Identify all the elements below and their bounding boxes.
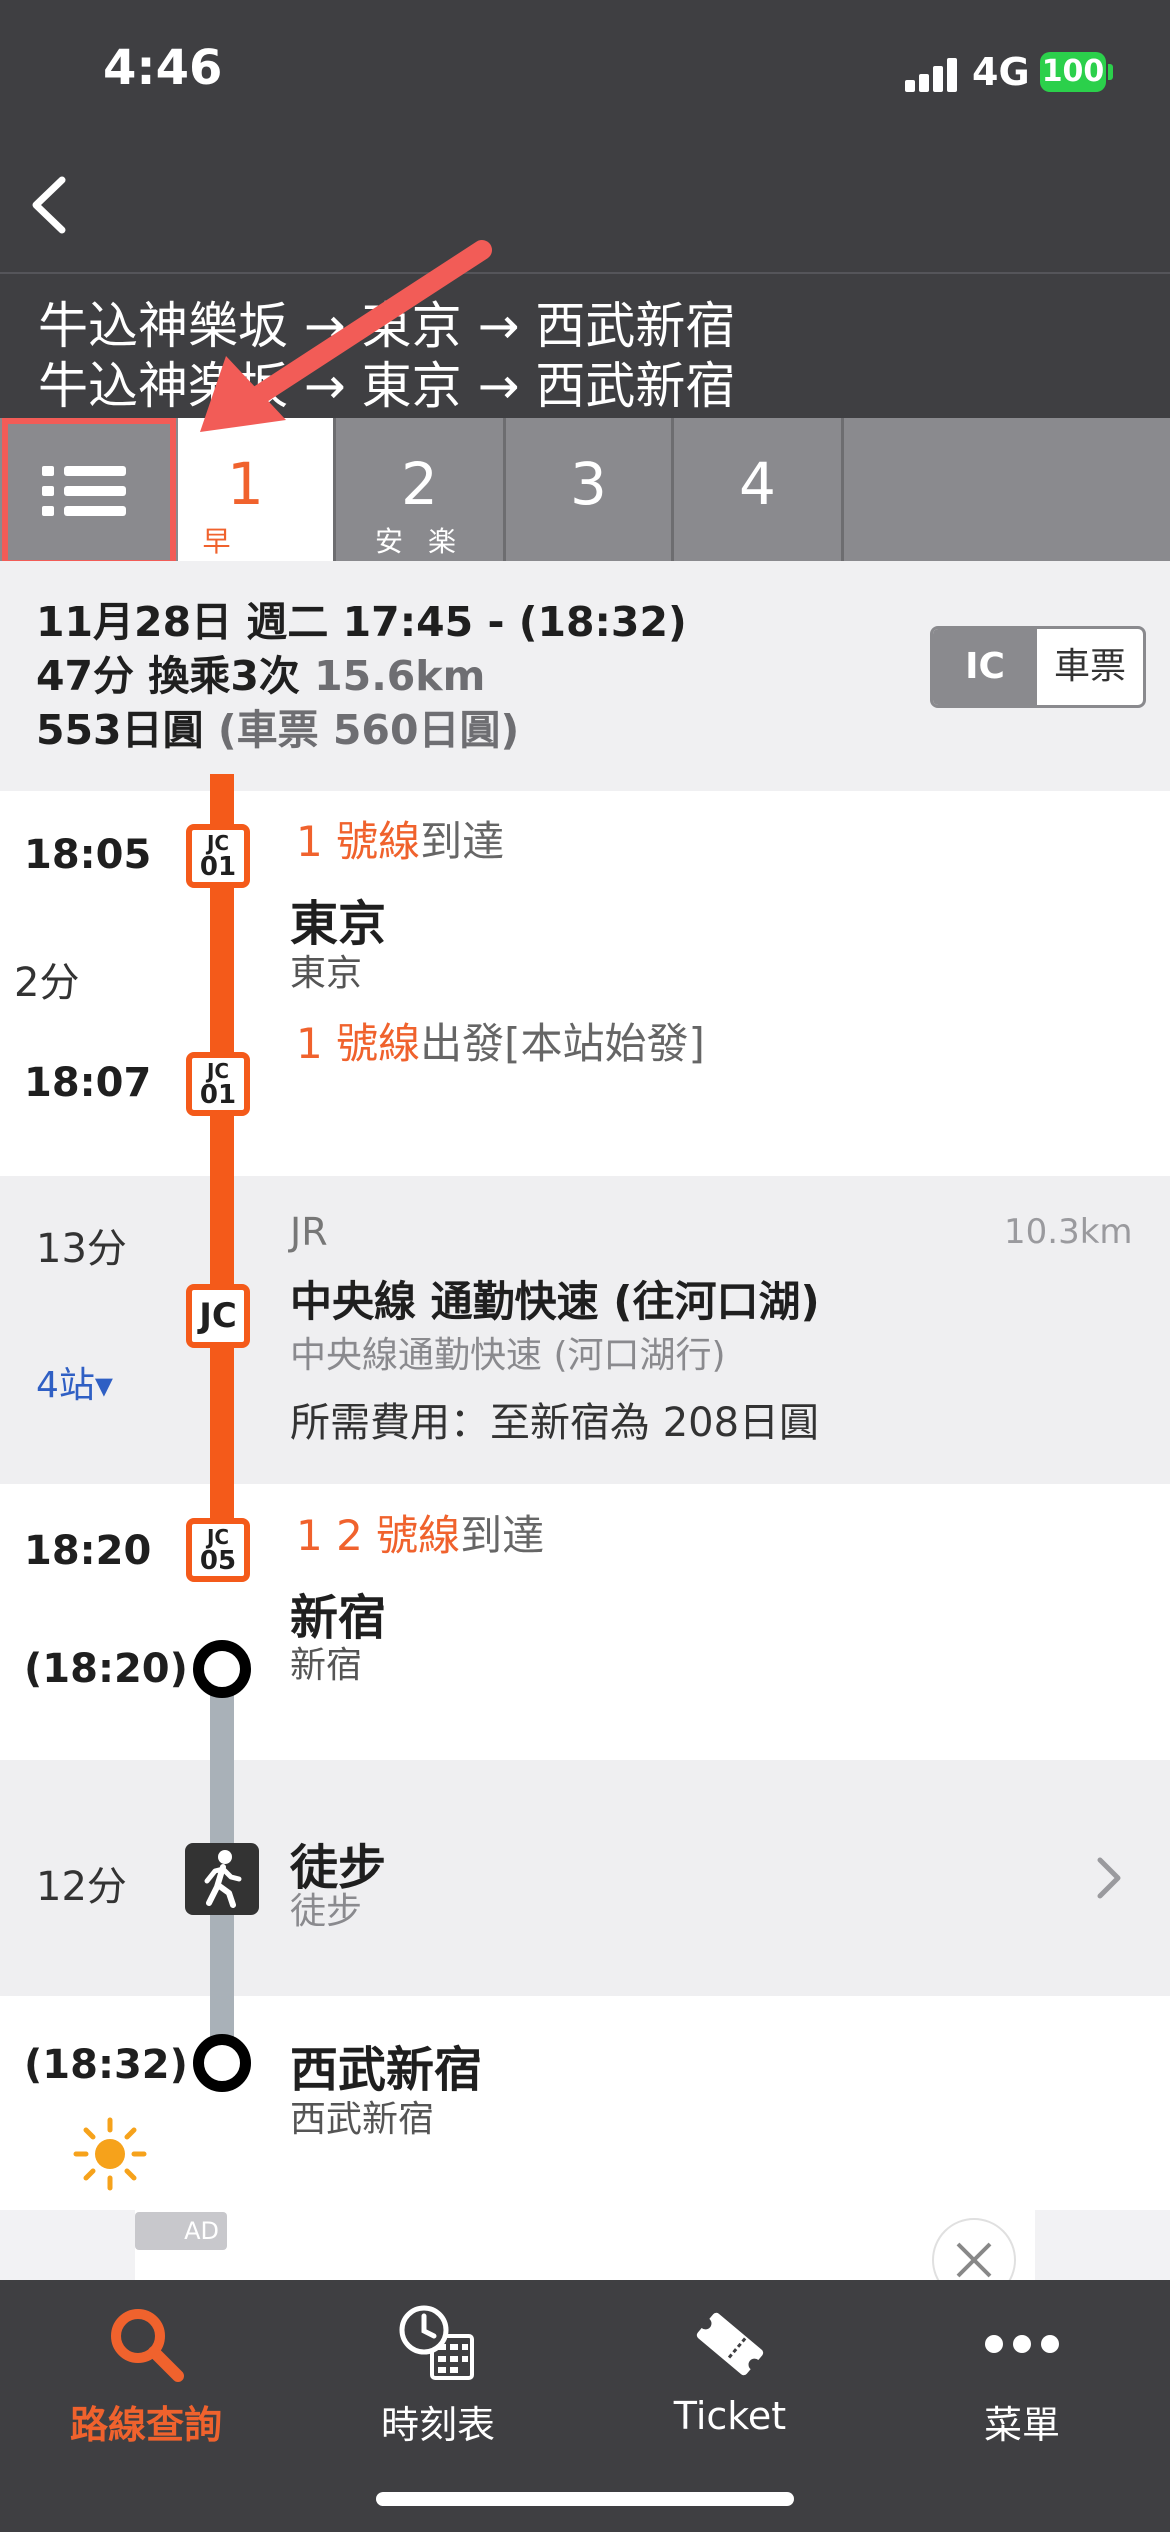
station-circle-icon [193, 1640, 251, 1698]
walk-sublabel: 徒步 [290, 1891, 363, 1932]
station-code-number: 05 [199, 1546, 237, 1576]
tab-number: 2 [401, 450, 438, 518]
ride-duration: 13分 [36, 1226, 127, 1272]
ride-company: JR [290, 1210, 328, 1254]
nav-ticket[interactable]: Ticket [584, 2296, 876, 2466]
nav-label: Ticket [673, 2394, 787, 2438]
line-code-badge: JC [186, 1284, 250, 1348]
annotation-highlight-box [2, 418, 176, 566]
station-code-badge: JC 01 [186, 824, 250, 888]
summary-ic-fare: 553日圓 [36, 706, 204, 754]
station-code-number: 01 [199, 1080, 237, 1110]
ride-distance: 10.3km [1004, 1212, 1133, 1252]
search-icon [111, 2309, 184, 2382]
nav-route-search[interactable]: 路線查詢 [0, 2296, 292, 2466]
summary-duration-transfers: 47分 換乘3次 [36, 652, 300, 700]
summary-fare: 553日圓 (車票 560日圓) [36, 696, 519, 756]
station-code-line: JC [206, 831, 230, 855]
fare-type-toggle: IC 車票 [930, 626, 1146, 708]
more-icon [985, 2335, 1059, 2353]
tab-badge: 安 楽 [375, 525, 464, 558]
tab-empty-area [841, 418, 1170, 561]
route-line-train [210, 774, 234, 1570]
tab-route-3[interactable]: 3 [503, 418, 671, 561]
summary-ticket-fare: (車票 560日圓) [217, 706, 520, 754]
ad-banner[interactable] [135, 2210, 1035, 2280]
shinjuku-arrive-platform: 1 2 號線到達 [296, 1502, 544, 1563]
home-indicator [376, 2492, 794, 2506]
tab-number: 3 [570, 450, 607, 518]
ride-line-name[interactable]: 中央線 通勤快速 (往河口湖) [290, 1268, 820, 1329]
nav-label: 菜單 [983, 2403, 1060, 2447]
battery-tip [1108, 64, 1113, 80]
station-subname-seibu-shinjuku: 西武新宿 [290, 2099, 435, 2140]
tokyo-arrive-time: 18:05 [24, 832, 152, 878]
ride-line-subname: 中央線通勤快速 (河口湖行) [290, 1335, 726, 1376]
toggle-ic[interactable]: IC [933, 629, 1037, 705]
back-button[interactable] [22, 170, 78, 240]
platform-status: 出發[本站始發] [420, 1019, 705, 1068]
final-arrive-time: (18:32) [24, 2042, 188, 2088]
tab-route-4[interactable]: 4 [671, 418, 841, 561]
header-divider [0, 272, 1170, 274]
tab-route-1[interactable]: 1 早 [178, 418, 333, 561]
station-code-line: JC [206, 1525, 230, 1549]
station-subname-shinjuku: 新宿 [290, 1645, 363, 1686]
ride-stops-toggle[interactable]: 4站▾ [36, 1356, 113, 1408]
annotation-arrow-icon [200, 240, 492, 432]
walking-person-icon [185, 1843, 259, 1915]
summary-datetime: 11月28日 週二 17:45 - (18:32) [36, 598, 687, 646]
network-type: 4G [972, 50, 1030, 94]
ticket-icon [696, 2312, 764, 2376]
platform-status: 到達 [420, 817, 505, 866]
tokyo-depart-time: 18:07 [24, 1060, 152, 1106]
shinjuku-arrive-time: 18:20 [24, 1528, 152, 1574]
transfer-wait-time: 2分 [14, 960, 80, 1006]
nav-label: 時刻表 [380, 2403, 495, 2447]
station-subname-tokyo: 東京 [290, 953, 363, 994]
nav-timetable[interactable]: 時刻表 [292, 2296, 584, 2466]
walk-start-time: (18:20) [24, 1646, 188, 1692]
battery-icon: 100 [1040, 52, 1106, 92]
station-code-badge: JC 05 [186, 1518, 250, 1582]
platform-number: 1 號線 [296, 1019, 421, 1068]
station-circle-icon [193, 2034, 251, 2092]
platform-status: 到達 [460, 1511, 545, 1560]
summary-duration: 47分 換乘3次 15.6km [36, 642, 485, 702]
chevron-right-icon[interactable] [1090, 1850, 1126, 1920]
station-code-badge: JC 01 [186, 1052, 250, 1116]
walk-section[interactable] [0, 1760, 1170, 1996]
sun-weather-icon [72, 2116, 148, 2192]
ad-label: AD [135, 2212, 227, 2250]
tokyo-arrive-platform: 1 號線到達 [296, 808, 504, 869]
summary-distance: 15.6km [314, 652, 486, 700]
signal-icon [905, 58, 959, 92]
platform-number: 1 2 號線 [296, 1511, 461, 1560]
tokyo-depart-platform: 1 號線出發[本站始發] [296, 1010, 705, 1071]
line-code: JC [199, 1296, 237, 1336]
tab-number: 4 [739, 450, 776, 518]
station-code-line: JC [206, 1059, 230, 1083]
toggle-ticket[interactable]: 車票 [1037, 629, 1143, 705]
nav-menu[interactable]: 菜單 [876, 2296, 1168, 2466]
tab-number: 1 [227, 450, 264, 518]
station-code-number: 01 [199, 852, 237, 882]
platform-number: 1 號線 [296, 817, 421, 866]
chevron-left-icon [32, 176, 66, 234]
ride-fare: 所需費用：至新宿為 208日圓 [290, 1400, 820, 1446]
nav-label: 路線查詢 [69, 2403, 222, 2447]
walk-duration: 12分 [36, 1864, 127, 1910]
timetable-icon [399, 2305, 474, 2380]
status-time: 4:46 [103, 40, 223, 96]
tab-route-2[interactable]: 2 安 楽 [333, 418, 503, 561]
